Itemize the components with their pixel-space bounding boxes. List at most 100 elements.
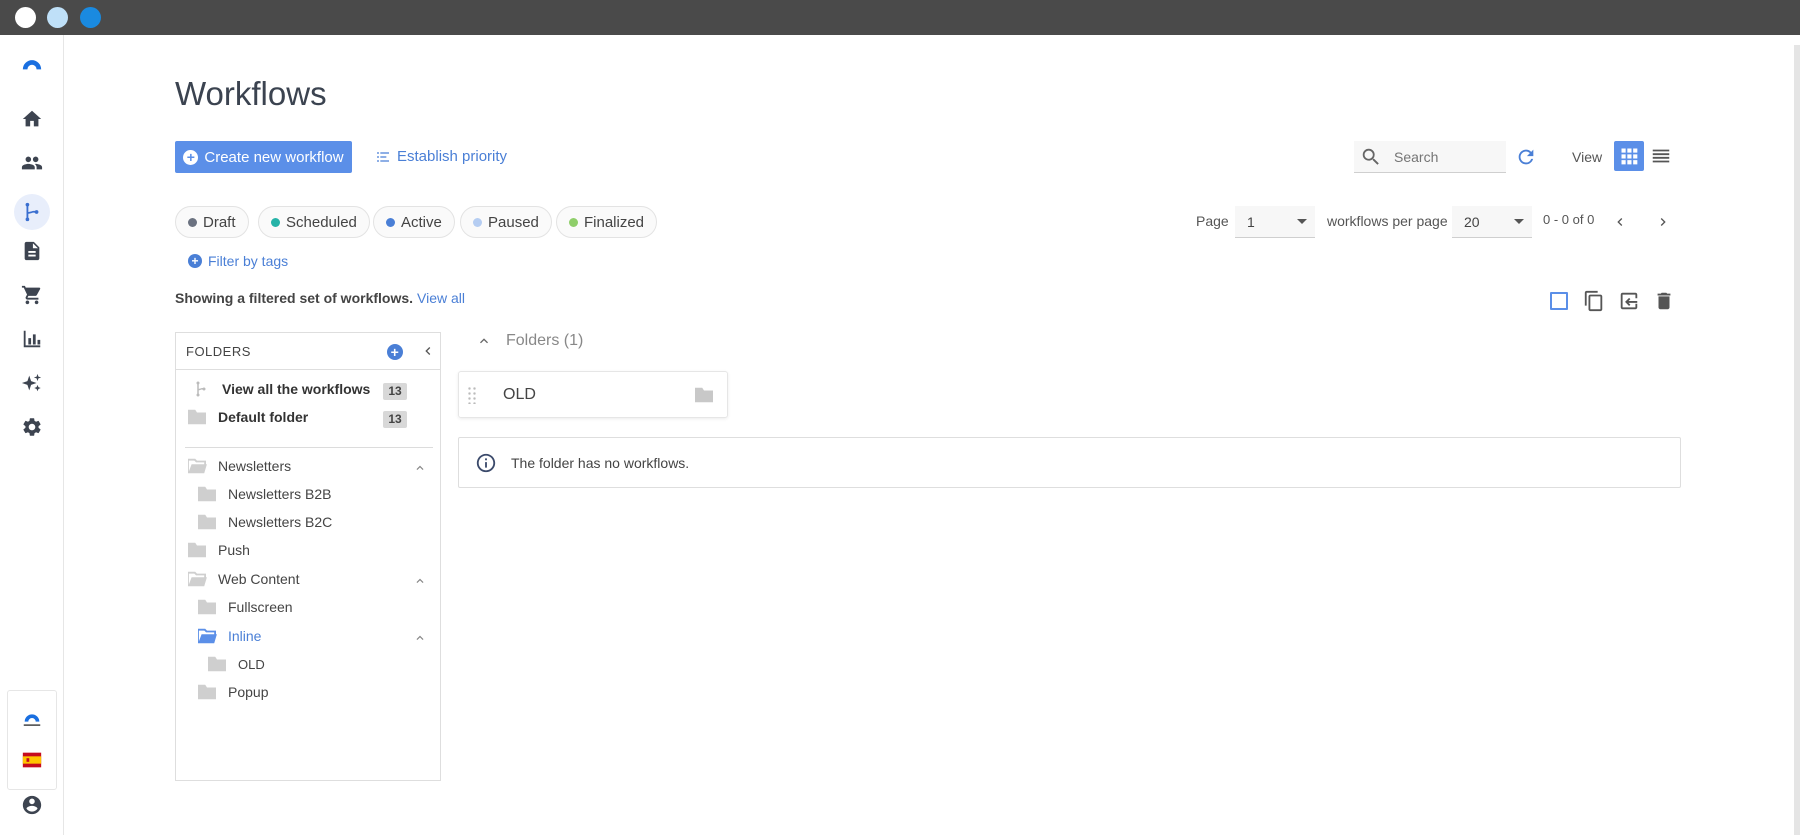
view-all-workflows-item[interactable]: View all the workflows [190,380,370,398]
folder-icon [196,513,218,531]
window-maximize-dot[interactable] [80,7,101,28]
main-content: Workflows + Create new workflow Establis… [64,35,1800,835]
add-folder-icon[interactable]: + [387,344,403,360]
checkbox-icon [1550,292,1568,310]
establish-priority-button[interactable]: Establish priority [375,148,507,165]
duplicate-button[interactable] [1582,289,1606,313]
search-input[interactable] [1394,148,1494,165]
folder-icon [186,541,208,559]
page-select[interactable]: 1 [1235,206,1315,238]
status-dot [569,217,578,227]
chevron-left-icon [1617,218,1623,226]
per-page-select[interactable]: 20 [1452,206,1532,238]
select-all-checkbox[interactable] [1547,289,1571,313]
count-badge: 13 [383,411,407,428]
page-select-value: 1 [1247,213,1255,230]
chevron-up-icon [480,338,488,344]
chevron-up-icon[interactable] [413,461,427,475]
folders-section-header[interactable]: Folders (1) [476,332,583,350]
filter-chip-scheduled[interactable]: Scheduled [258,206,370,238]
folders-section-title: Folders (1) [506,332,584,349]
folder-icon [186,408,208,426]
prev-page-button[interactable] [1612,214,1628,230]
folder-card[interactable]: OLD [458,371,728,418]
view-all-link[interactable]: View all [417,290,465,306]
grid-view-button[interactable] [1614,141,1644,171]
folder-label: Newsletters [218,458,292,474]
folder-label: Push [218,542,250,558]
sparkle-icon[interactable] [20,371,44,395]
folder-label: OLD [238,656,265,672]
filter-by-tags-button[interactable]: + Filter by tags [188,253,288,269]
reports-icon[interactable] [20,327,44,351]
folder-item-popup[interactable]: Popup [196,683,268,701]
folders-panel: FOLDERS + View all the workflows 13 Defa… [175,332,441,781]
chevron-up-icon[interactable] [413,574,427,588]
folder-icon [196,598,218,616]
default-folder-item[interactable]: Default folder [186,408,308,426]
folder-item-newsletters-b2c[interactable]: Newsletters B2C [196,513,332,531]
folder-icon [206,655,228,673]
trash-icon [1657,292,1671,310]
view-all-workflows-label: View all the workflows [222,381,371,397]
filter-chip-paused[interactable]: Paused [460,206,552,238]
create-workflow-button[interactable]: + Create new workflow [175,141,352,173]
empty-message: The folder has no workflows. [511,454,690,471]
move-button[interactable] [1617,289,1641,313]
workflows-icon[interactable] [14,194,50,230]
folder-item-newsletters-b2b[interactable]: Newsletters B2B [196,485,331,503]
status-dot [473,217,482,227]
filter-chip-draft[interactable]: Draft [175,206,249,238]
settings-icon[interactable] [20,415,44,439]
chip-label: Draft [203,213,236,231]
page-scrollbar[interactable] [1794,45,1800,835]
status-dot [188,217,197,227]
folder-open-icon [196,627,218,645]
folder-item-newsletters[interactable]: Newsletters [186,457,291,475]
info-icon [475,452,497,474]
chevron-right-icon [1660,218,1666,226]
create-workflow-label: Create new workflow [204,148,344,166]
move-to-icon [1620,292,1638,310]
divider [185,447,433,448]
chip-label: Scheduled [286,213,357,231]
home-icon[interactable] [20,107,44,131]
window-minimize-dot[interactable] [47,7,68,28]
caret-down-icon [1514,219,1524,224]
documents-icon[interactable] [20,239,44,263]
filter-chip-finalized[interactable]: Finalized [556,206,658,238]
folder-item-fullscreen[interactable]: Fullscreen [196,598,293,616]
folder-icon [196,485,218,503]
folder-item-old[interactable]: OLD [206,655,265,673]
drag-handle-icon[interactable] [467,385,477,404]
refresh-icon[interactable] [1515,146,1537,168]
next-page-button[interactable] [1655,214,1671,230]
folder-open-icon [186,457,208,475]
window-close-dot[interactable] [15,7,36,28]
app-sidebar [0,35,64,835]
account-icon[interactable] [20,793,44,817]
filter-chip-active[interactable]: Active [373,206,455,238]
showing-filtered-text: Showing a filtered set of workflows. View… [175,290,465,306]
showing-text: Showing a filtered set of workflows. [175,290,414,306]
folder-item-inline[interactable]: Inline [196,627,261,645]
list-view-button[interactable] [1650,145,1672,167]
collapse-panel-icon[interactable] [420,343,436,359]
filter-by-tags-label: Filter by tags [208,253,289,269]
spain-flag-icon[interactable] [20,748,44,772]
contacts-icon[interactable] [20,151,44,175]
search-box[interactable] [1354,141,1506,173]
folder-item-web-content[interactable]: Web Content [186,570,299,588]
priority-list-icon [377,151,389,162]
folder-item-push[interactable]: Push [186,541,250,559]
chevron-up-icon[interactable] [413,631,427,645]
range-text: 0 - 0 of 0 [1543,212,1595,227]
delete-button[interactable] [1652,289,1676,313]
folder-label: Web Content [218,571,300,587]
logo-icon[interactable] [20,50,44,74]
status-dot [271,217,280,227]
folder-icon [693,386,715,404]
connectif-logo-icon[interactable] [20,706,44,730]
establish-priority-label: Establish priority [397,148,508,165]
cart-icon[interactable] [20,283,44,307]
